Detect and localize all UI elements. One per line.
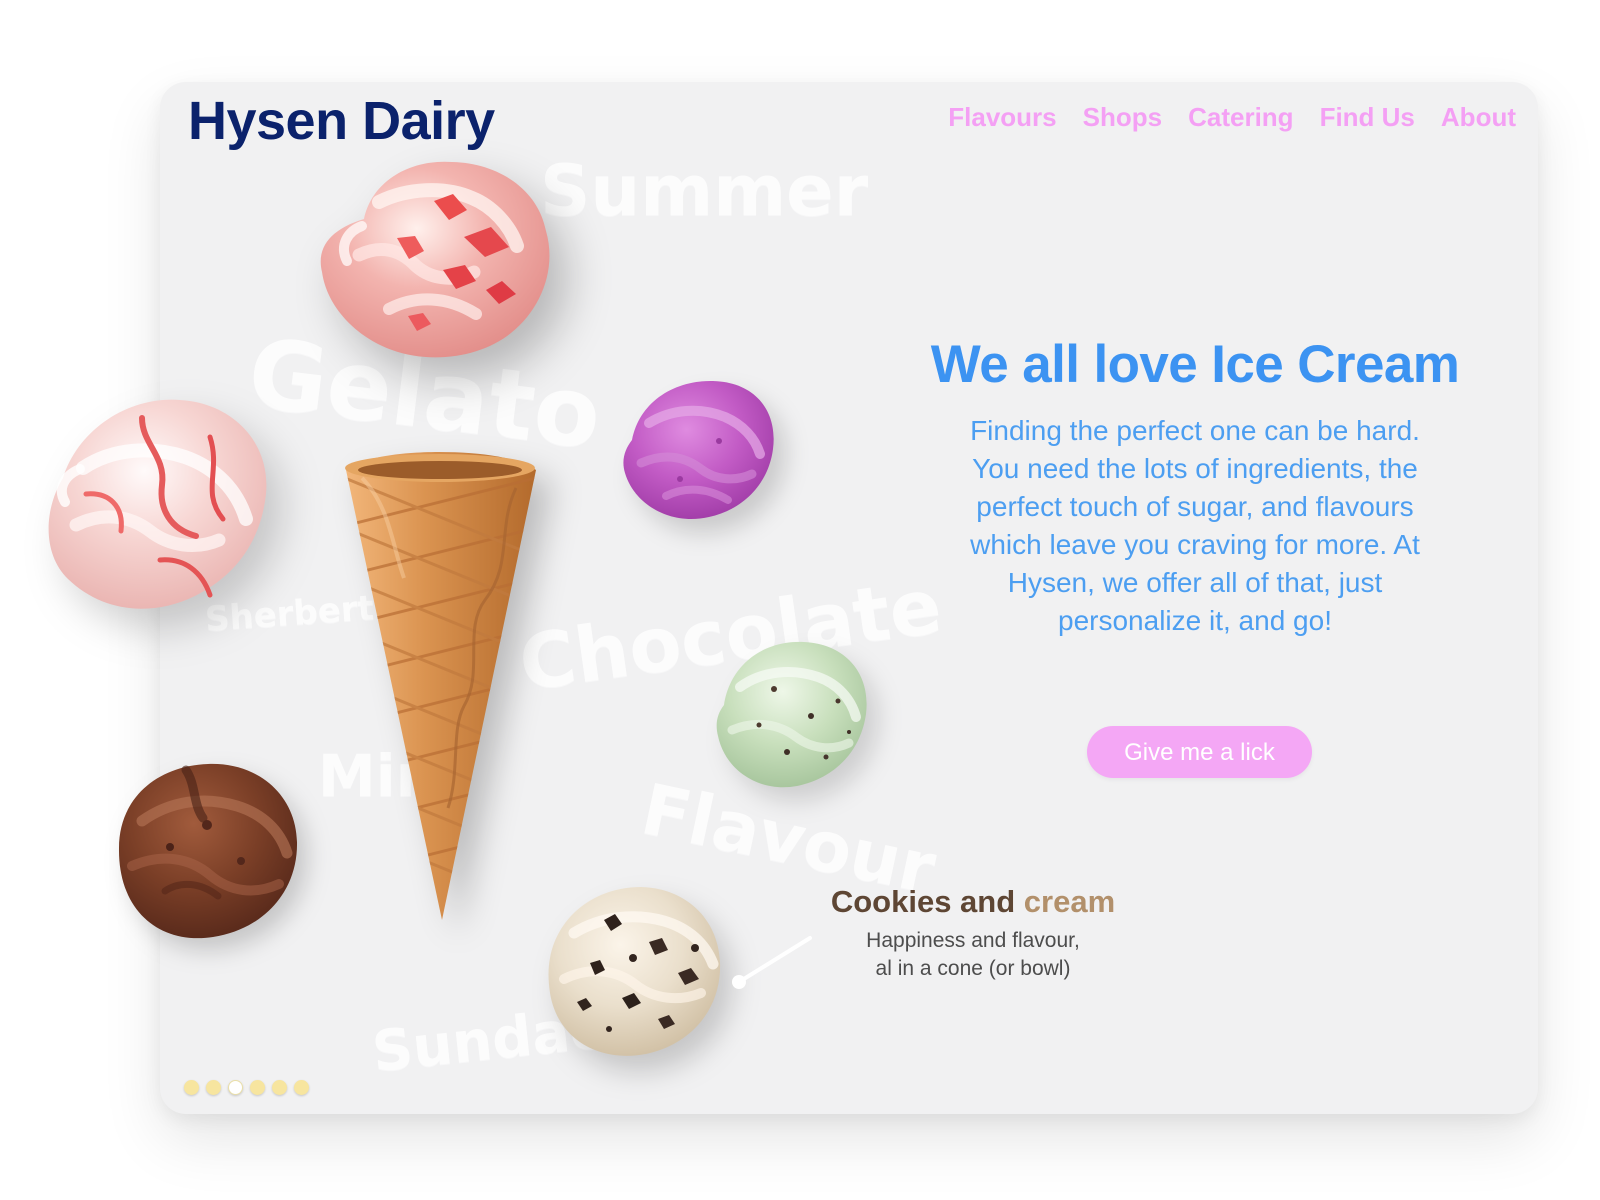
- waffle-cone-icon: [340, 452, 540, 922]
- carousel-dot[interactable]: [272, 1080, 287, 1095]
- nav-find-us-link[interactable]: Find Us: [1320, 104, 1415, 130]
- nav-flavours-link[interactable]: Flavours: [948, 104, 1056, 130]
- main-navigation: Flavours Shops Catering Find Us About: [948, 104, 1516, 130]
- raspberry-swirl-scoop-icon: [25, 382, 287, 622]
- nav-about-link[interactable]: About: [1441, 104, 1516, 130]
- brand-logo[interactable]: Hysen Dairy: [188, 94, 495, 148]
- chocolate-scoop-icon: [102, 752, 312, 950]
- featured-flavour-line-2: al in a cone (or bowl): [875, 957, 1071, 980]
- cookies-and-cream-scoop-icon: [532, 870, 737, 1070]
- watermark-summer: Summer: [540, 150, 869, 232]
- hero-title: We all love Ice Cream: [930, 335, 1460, 394]
- nav-shops-link[interactable]: Shops: [1083, 104, 1162, 130]
- carousel-dot-active[interactable]: [228, 1080, 243, 1095]
- nav-catering-link[interactable]: Catering: [1188, 104, 1293, 130]
- callout-connector-line: [725, 930, 825, 1000]
- featured-flavour-callout: Cookies and cream Happiness and flavour,…: [813, 886, 1133, 983]
- featured-flavour-line-1: Happiness and flavour,: [866, 929, 1080, 952]
- strawberry-scoop-icon: [302, 145, 564, 369]
- carousel-pagination: [184, 1080, 309, 1095]
- mint-chip-scoop-icon: [700, 628, 880, 800]
- featured-flavour-title: Cookies and cream: [813, 886, 1133, 917]
- carousel-dot[interactable]: [206, 1080, 221, 1095]
- featured-flavour-description: Happiness and flavour, al in a cone (or …: [813, 927, 1133, 983]
- carousel-dot[interactable]: [250, 1080, 265, 1095]
- carousel-dot[interactable]: [294, 1080, 309, 1095]
- landing-page: Summer Gelato Chocolate Sherbert Mint Fl…: [0, 0, 1600, 1200]
- give-me-a-lick-button[interactable]: Give me a lick: [1087, 726, 1312, 778]
- hero-content: We all love Ice Cream Finding the perfec…: [885, 335, 1505, 640]
- hero-description: Finding the perfect one can be hard. You…: [970, 415, 1420, 637]
- carousel-dot[interactable]: [184, 1080, 199, 1095]
- featured-flavour-title-accent: cream: [1023, 884, 1116, 919]
- berry-scoop-icon: [607, 370, 787, 530]
- featured-flavour-title-main: Cookies and: [830, 884, 1016, 919]
